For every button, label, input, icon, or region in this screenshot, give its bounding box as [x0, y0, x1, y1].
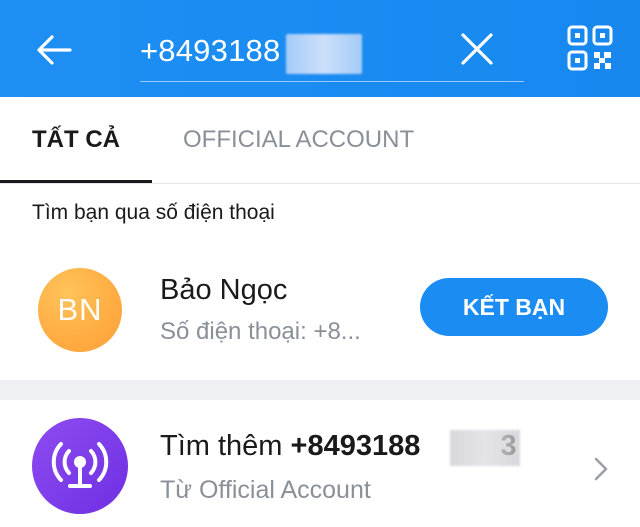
- section-divider: [0, 380, 640, 400]
- tab-all[interactable]: TẤT CẢ: [32, 97, 120, 183]
- active-tab-indicator: [0, 180, 152, 183]
- broadcast-tower-icon: [51, 442, 109, 488]
- add-friend-button[interactable]: KẾT BẠN: [420, 278, 608, 336]
- contact-name: Bảo Ngọc: [160, 274, 288, 306]
- redacted-digits: [450, 430, 520, 466]
- qr-scan-button[interactable]: [566, 24, 614, 72]
- clear-search-button[interactable]: [456, 28, 498, 70]
- qr-code-icon: [567, 25, 613, 71]
- avatar: BN: [38, 268, 122, 352]
- search-more-subtitle: Từ Official Account: [160, 476, 371, 504]
- search-more-row[interactable]: Tìm thêm +84931883 Từ Official Account: [0, 400, 640, 527]
- tab-bar: TẤT CẢ OFFICIAL ACCOUNT: [0, 97, 640, 184]
- official-account-avatar: [32, 418, 128, 514]
- contact-phone: Số điện thoại: +8...: [160, 318, 361, 345]
- close-icon: [461, 33, 493, 65]
- section-title: Tìm bạn qua số điện thoại: [32, 201, 275, 224]
- redacted-digits: [286, 34, 362, 74]
- chevron-right-icon: [594, 457, 608, 481]
- search-more-prefix: Tìm thêm: [160, 430, 283, 462]
- contact-result-row[interactable]: BN Bảo Ngọc Số điện thoại: +8... KẾT BẠN: [0, 246, 640, 376]
- arrow-left-icon: [37, 35, 72, 65]
- search-more-query: +8493188: [290, 430, 421, 462]
- search-header: [0, 0, 640, 97]
- back-button[interactable]: [28, 24, 80, 76]
- tab-official-account[interactable]: OFFICIAL ACCOUNT: [183, 97, 414, 183]
